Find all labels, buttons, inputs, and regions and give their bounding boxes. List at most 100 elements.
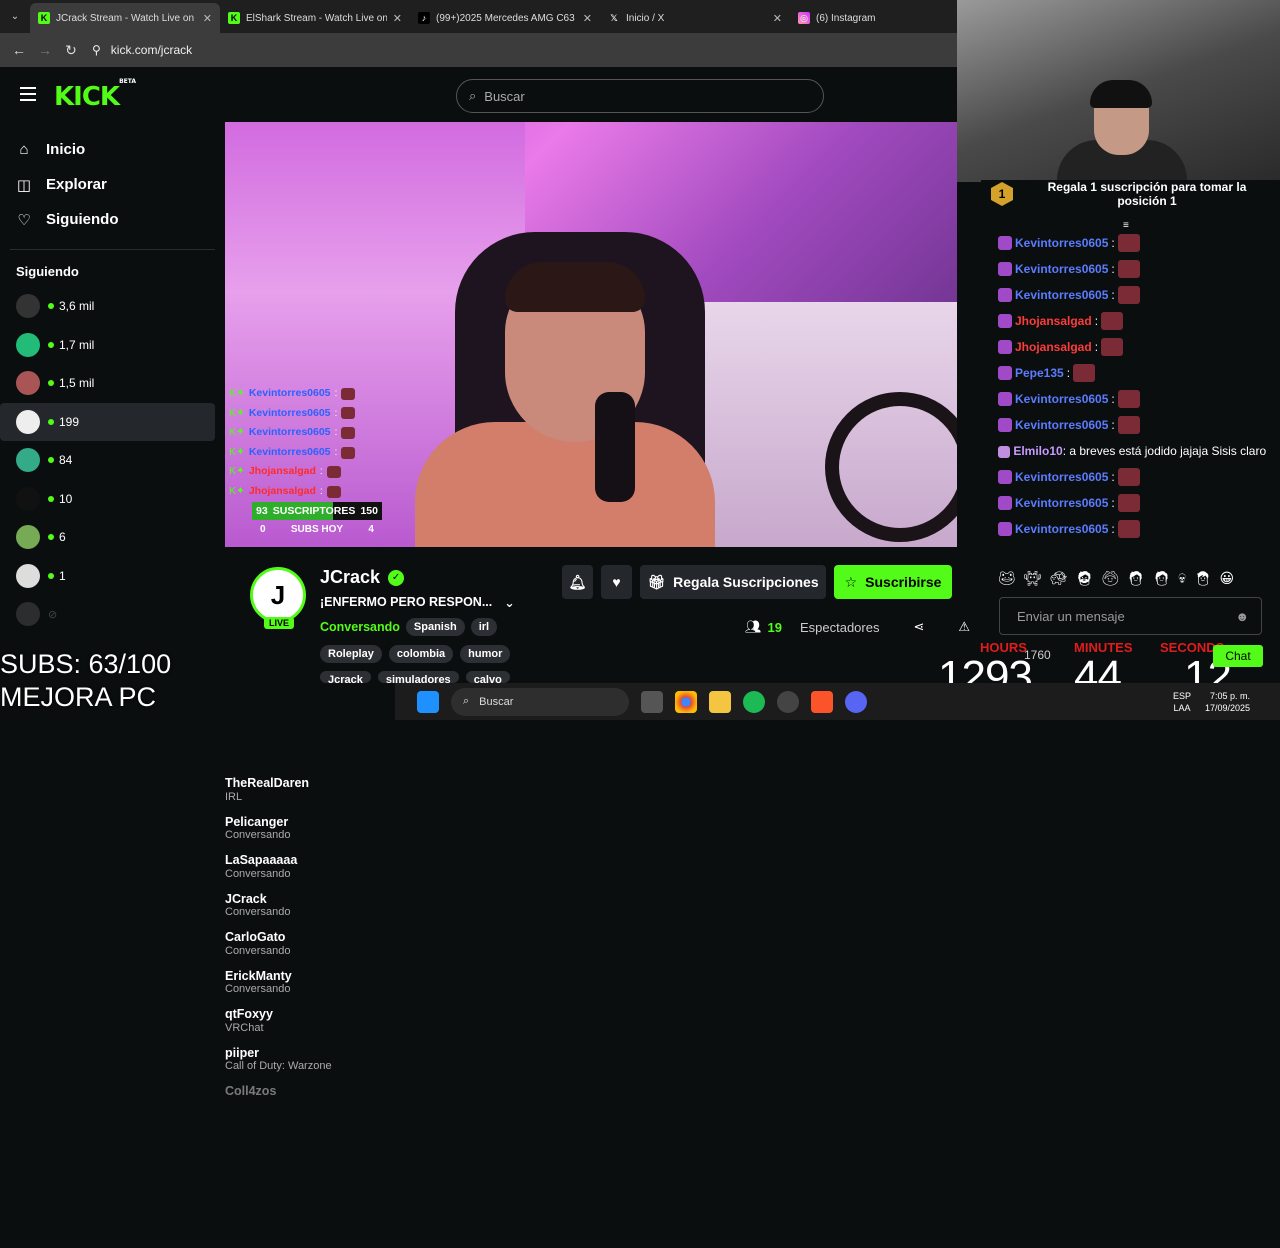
video-player[interactable]: K✦ Kevintorres0605: K✦ Kevintorres0605: K✦ Ke… — [225, 122, 957, 547]
sidebar-channel[interactable]: CarloGato Conversando 84 — [0, 441, 290, 957]
channel-avatar[interactable]: J — [250, 567, 306, 623]
divider — [10, 249, 215, 250]
emote-icon[interactable]: 😀︎ — [1220, 570, 1235, 587]
browser-tab[interactable]: ◎ (6) Instagram — [790, 3, 940, 33]
emote-icon[interactable]: 🐢︎ — [1050, 570, 1068, 587]
chat-username[interactable]: Jhojansalgad — [1015, 334, 1092, 360]
chat-username[interactable]: Kevintorres0605 — [1015, 386, 1108, 412]
notifications-button[interactable]: 🔔︎ — [562, 565, 593, 599]
brave-icon[interactable] — [811, 690, 833, 713]
emote-icon[interactable]: 🧒︎ — [1194, 570, 1212, 587]
language-tag[interactable]: Spanish — [405, 618, 465, 636]
emote-icon[interactable]: 🙆︎ — [1101, 570, 1119, 587]
taskbar-search[interactable]: ⌕ Buscar — [451, 687, 629, 716]
chat-username[interactable]: Pepe135 — [1015, 360, 1064, 386]
task-view-icon[interactable] — [641, 690, 663, 713]
discord-icon[interactable] — [845, 690, 867, 713]
warning-icon[interactable]: ⚠ — [958, 619, 970, 635]
forward-icon[interactable]: → — [32, 42, 58, 58]
emote-icon[interactable]: 🧔︎ — [1075, 570, 1093, 587]
chat-username[interactable]: Kevintorres0605 — [1015, 282, 1108, 308]
sidebar-channel[interactable]: Pelicanger Conversando 1,7 mil — [0, 326, 290, 841]
browser-tab[interactable]: 𝕏 Inicio / X ✕ — [600, 3, 790, 33]
tags-row-2: Jcrack simuladores calvo — [320, 671, 510, 683]
chevron-down-icon[interactable]: ⌄ — [504, 595, 514, 610]
chrome-icon[interactable] — [675, 690, 697, 713]
chat-username[interactable]: Elmilo10 — [1013, 444, 1062, 458]
url-field[interactable]: ⚲ kick.com/jcrack — [92, 43, 192, 57]
folder-icon[interactable] — [709, 690, 731, 713]
nav-label: Explorar — [46, 176, 107, 193]
tag[interactable]: Jcrack — [320, 671, 371, 683]
sidebar-channel[interactable]: ErickManty Conversando 10 — [0, 480, 292, 995]
channel-viewers: 6 — [59, 530, 66, 545]
emote-icon[interactable]: 💀︎ — [1178, 570, 1185, 587]
sidebar-channel[interactable]: qtFoxyy VRChat 6 — [0, 518, 273, 1034]
stream-category[interactable]: Conversando — [320, 620, 400, 634]
tag[interactable]: humor — [460, 645, 511, 663]
emote-icon[interactable]: 🐸︎ — [998, 570, 1016, 587]
chat-input[interactable]: Enviar un mensaje ☻ — [999, 597, 1262, 635]
tags-row: Roleplay colombia humor — [320, 645, 511, 663]
channel-name: piiper — [225, 1045, 260, 1060]
following-title: Siguiendo — [16, 264, 79, 279]
kick-logo[interactable]: KICKBETA — [54, 78, 136, 112]
channel-name[interactable]: JCrack — [320, 567, 380, 588]
close-tab-icon[interactable]: ✕ — [393, 12, 402, 25]
tab-search-chevron-icon[interactable]: ⌄ — [0, 0, 30, 33]
chat-username[interactable]: Kevintorres0605 — [1015, 516, 1108, 542]
channel-name: Pelicanger — [225, 814, 289, 829]
sidebar-channel[interactable]: LaSapaaaaa Conversando 1,5 mil — [0, 364, 297, 880]
spotify-icon[interactable] — [743, 690, 765, 713]
badge-icon — [998, 392, 1012, 406]
tag[interactable]: simuladores — [377, 671, 459, 683]
gift-subs-button[interactable]: 🎁︎ Regala Suscripciones — [640, 565, 826, 599]
nav-inicio[interactable]: ⌂ Inicio — [16, 132, 225, 167]
live-dot-icon — [48, 457, 54, 464]
site-info-icon[interactable]: ⚲ — [92, 43, 101, 57]
badge-icon — [998, 314, 1012, 328]
tag[interactable]: Roleplay — [320, 645, 382, 663]
chat-username[interactable]: Jhojansalgad — [1015, 308, 1092, 334]
system-clock[interactable]: ESP LAA 7:05 p. m. 17/09/2025 — [1173, 690, 1280, 714]
nav-siguiendo[interactable]: ♡ Siguiendo — [16, 202, 225, 237]
chatgpt-icon[interactable] — [777, 690, 799, 713]
emote-icon[interactable]: 🧑︎ — [1127, 570, 1145, 587]
chat-username[interactable]: Kevintorres0605 — [1015, 464, 1108, 490]
tag[interactable]: colombia — [388, 645, 454, 663]
sidebar-channel[interactable]: TheRealDaren IRL 3,6 mil — [0, 287, 309, 803]
x-icon: 𝕏 — [610, 12, 618, 23]
channel-viewers: 1 — [59, 568, 66, 583]
follow-button[interactable]: ♥ — [601, 565, 632, 599]
emote-icon[interactable]: 🧑︎ — [1153, 570, 1171, 587]
back-icon[interactable]: ← — [6, 42, 32, 58]
reload-icon[interactable]: ↻ — [58, 42, 84, 59]
menu-icon[interactable] — [20, 87, 36, 105]
browser-tab[interactable]: K ElShark Stream - Watch Live on ✕ — [220, 3, 410, 33]
tag[interactable]: calvo — [465, 671, 510, 683]
subscribe-label: Suscribirse — [865, 574, 942, 590]
windows-start-icon[interactable] — [417, 690, 439, 713]
chat-button[interactable]: Chat — [1213, 645, 1263, 667]
close-tab-icon[interactable]: ✕ — [583, 12, 592, 25]
irl-tag[interactable]: irl — [470, 618, 498, 636]
chat-username[interactable]: Kevintorres0605 — [1015, 256, 1108, 282]
pinned-gift-leaderboard[interactable]: 1 Regala 1 suscripción para tomar la pos… — [991, 180, 1271, 225]
subscribe-button[interactable]: ☆ Suscribirse — [834, 565, 952, 599]
close-tab-icon[interactable]: ✕ — [773, 12, 782, 25]
subs-current: 93 — [256, 505, 268, 517]
emoji-icon[interactable]: ☻ — [1235, 609, 1249, 624]
nav-explorar[interactable]: ◫ Explorar — [16, 167, 225, 202]
sidebar-channel[interactable]: Coll4zos ⊘ — [0, 595, 276, 1098]
sidebar-channel[interactable]: JCrack Conversando 199 — [0, 402, 290, 918]
chat-username[interactable]: Kevintorres0605 — [1015, 230, 1108, 256]
emote-icon[interactable]: 👾︎ — [1024, 570, 1042, 587]
search-input[interactable]: ⌕ Buscar — [456, 79, 824, 113]
sidebar-channel[interactable]: piiper Call of Duty: Warzone 1 — [0, 557, 332, 1072]
close-tab-icon[interactable]: ✕ — [203, 12, 212, 25]
browser-tab[interactable]: K JCrack Stream - Watch Live on K ✕ — [30, 3, 220, 33]
chat-username[interactable]: Kevintorres0605 — [1015, 412, 1108, 438]
chat-username[interactable]: Kevintorres0605 — [1015, 490, 1108, 516]
share-icon[interactable]: ⋖ — [913, 619, 924, 635]
browser-tab[interactable]: ♪ (99+)2025 Mercedes AMG C63 ✕ — [410, 3, 600, 33]
